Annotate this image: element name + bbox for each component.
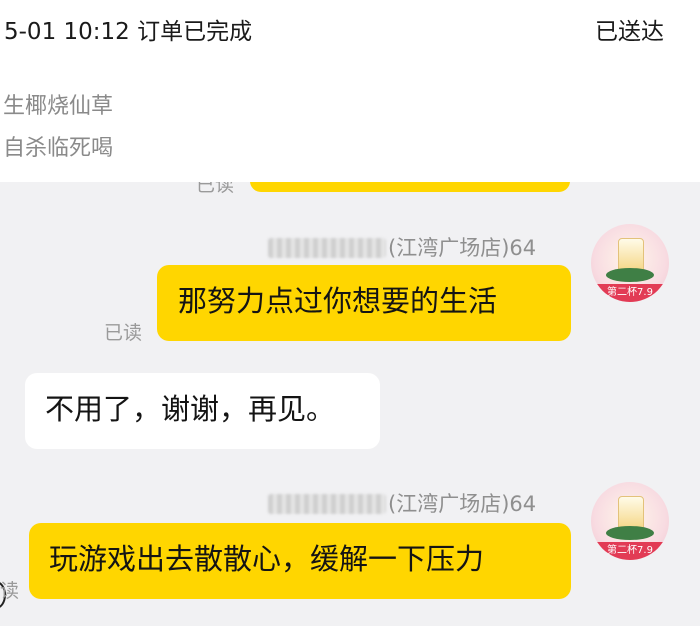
order-header: 5-01 10:12 订单已完成 已送达 bbox=[0, 0, 700, 65]
leaf-icon bbox=[606, 268, 654, 282]
chat-area[interactable]: 已读 (江湾广场店)64 第二杯7.9 已读 那努力点过你想要的生活 不用了，谢… bbox=[0, 182, 700, 626]
order-summary[interactable]: 生椰烧仙草 自杀临死喝 bbox=[0, 64, 700, 182]
message-bubble-clipped[interactable] bbox=[250, 182, 570, 192]
message-bubble-outgoing[interactable]: 玩游戏出去散散心，缓解一下压力 bbox=[29, 523, 571, 599]
delivery-status: 已送达 bbox=[595, 19, 664, 45]
order-item-line-2: 自杀临死喝 bbox=[3, 136, 114, 161]
blurred-store-name bbox=[268, 238, 386, 258]
store-avatar[interactable]: 第二杯7.9 bbox=[591, 482, 669, 560]
blurred-store-name bbox=[268, 494, 386, 514]
read-receipt-partial: 读 bbox=[0, 580, 20, 602]
store-name-suffix: (江湾广场店)64 bbox=[388, 236, 537, 260]
message-bubble-outgoing[interactable]: 那努力点过你想要的生活 bbox=[157, 265, 571, 341]
store-name-2: (江湾广场店)64 bbox=[268, 488, 536, 518]
store-name-1: (江湾广场店)64 bbox=[268, 232, 536, 262]
read-receipt-clipped: 已读 bbox=[196, 182, 235, 196]
store-name-suffix: (江湾广场店)64 bbox=[388, 492, 537, 516]
avatar-promo-tag: 第二杯7.9 bbox=[591, 284, 669, 302]
avatar-promo-tag: 第二杯7.9 bbox=[591, 542, 669, 560]
message-bubble-incoming[interactable]: 不用了，谢谢，再见。 bbox=[25, 373, 380, 449]
store-avatar[interactable]: 第二杯7.9 bbox=[591, 224, 669, 302]
order-time-status: 5-01 10:12 订单已完成 bbox=[4, 19, 253, 45]
leaf-icon bbox=[606, 526, 654, 540]
read-receipt: 已读 bbox=[104, 322, 143, 344]
order-item-line-1: 生椰烧仙草 bbox=[3, 94, 114, 119]
